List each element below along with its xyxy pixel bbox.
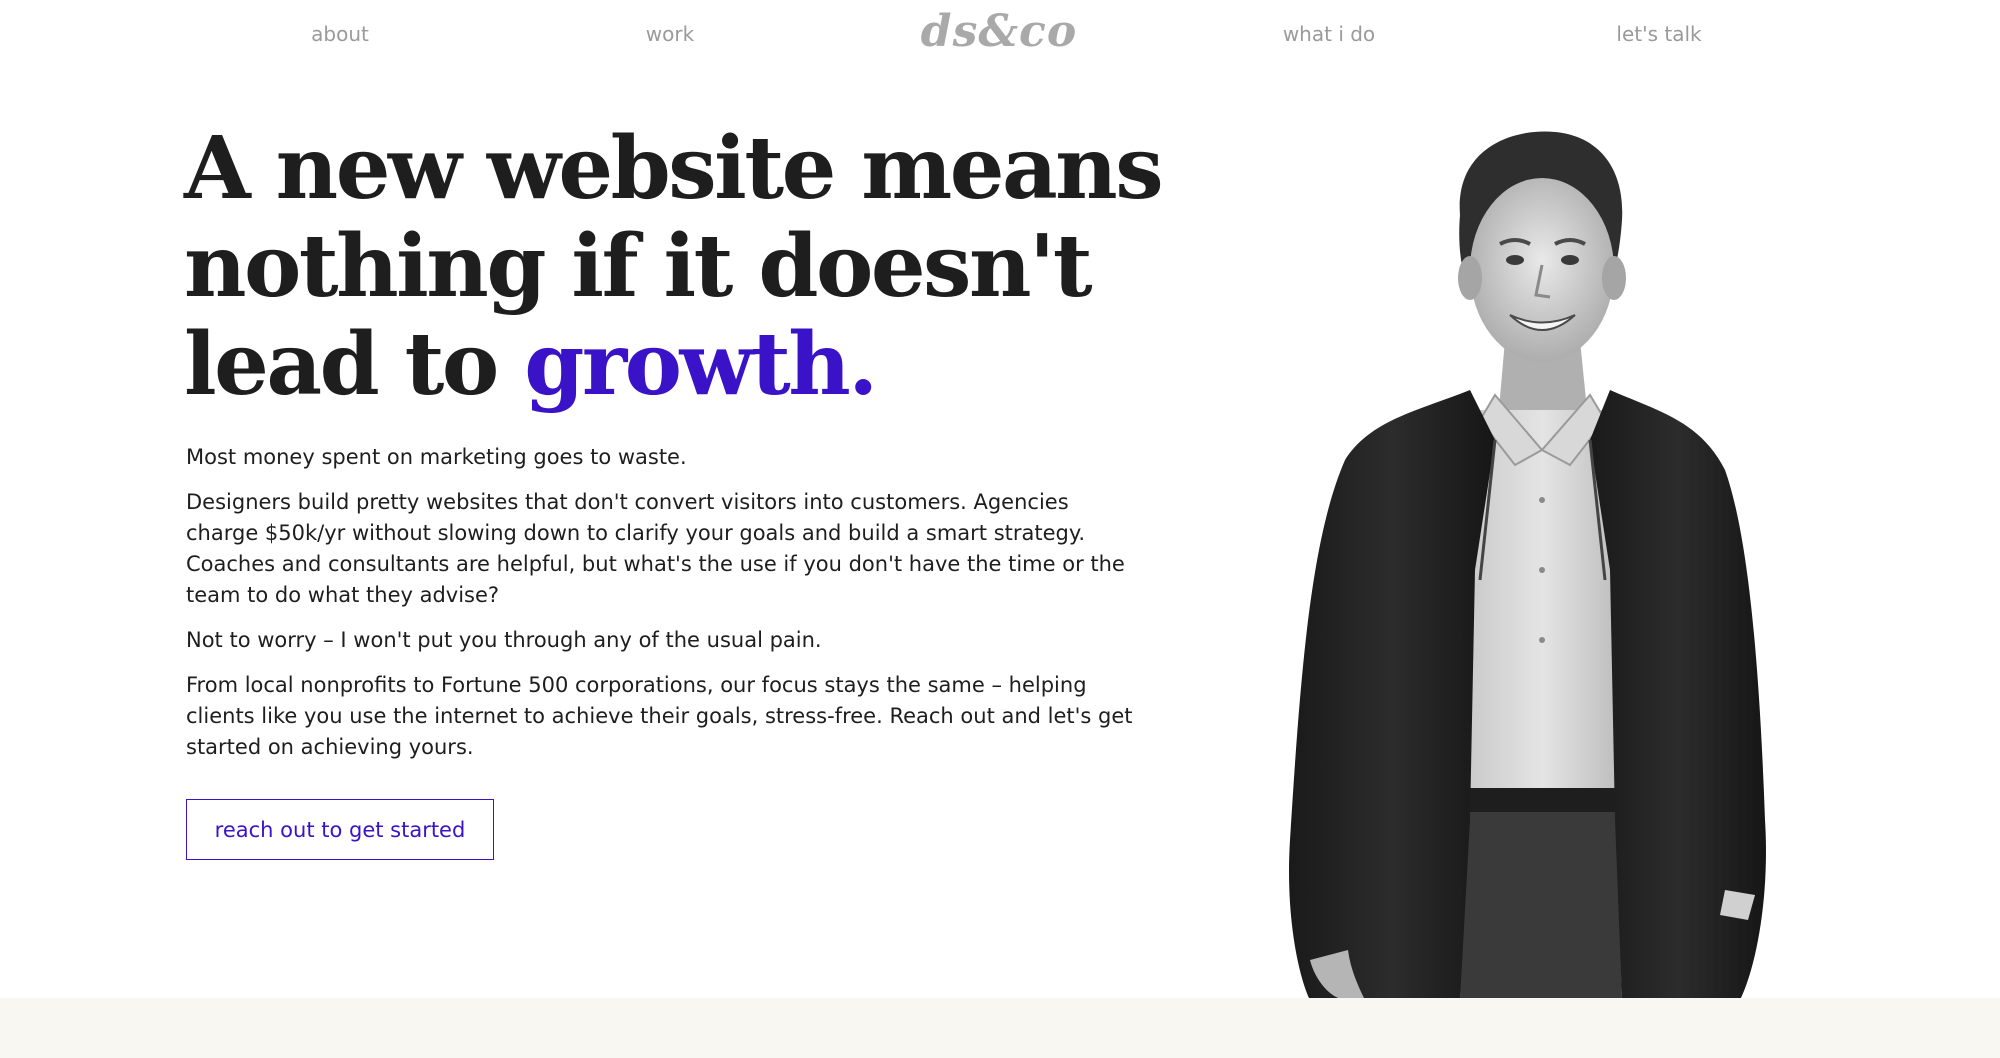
- headline-line-3: lead to growth.: [184, 316, 1184, 414]
- next-section-band: [0, 998, 2000, 1058]
- paragraph-2: Designers build pretty websites that don…: [186, 490, 1125, 607]
- page: about work ds&co what i do let's talk A …: [0, 0, 2000, 1058]
- headline-accent-word: growth.: [524, 314, 878, 415]
- paragraph-3: Not to worry – I won't put you through a…: [186, 628, 822, 652]
- site-logo[interactable]: ds&co: [921, 6, 1077, 57]
- reach-out-button[interactable]: reach out to get started: [186, 799, 494, 860]
- headline-line-2: nothing if it doesn't: [184, 216, 1093, 317]
- headline-line-3-prefix: lead to: [184, 314, 525, 415]
- hero-body-copy: Most money spent on marketing goes to wa…: [186, 442, 1146, 777]
- nav-link-about[interactable]: about: [311, 22, 369, 46]
- paragraph-4: From local nonprofits to Fortune 500 cor…: [186, 673, 1133, 759]
- nav-link-lets-talk[interactable]: let's talk: [1616, 22, 1701, 46]
- portrait-photo: [1289, 131, 1766, 1000]
- paragraph-1: Most money spent on marketing goes to wa…: [186, 445, 687, 469]
- nav-link-what-i-do[interactable]: what i do: [1283, 22, 1375, 46]
- nav-link-work[interactable]: work: [646, 22, 694, 46]
- top-navigation: about work ds&co what i do let's talk: [0, 0, 2000, 72]
- hero-headline: A new website means nothing if it doesn'…: [184, 120, 1184, 414]
- headline-line-1: A new website means: [184, 118, 1164, 219]
